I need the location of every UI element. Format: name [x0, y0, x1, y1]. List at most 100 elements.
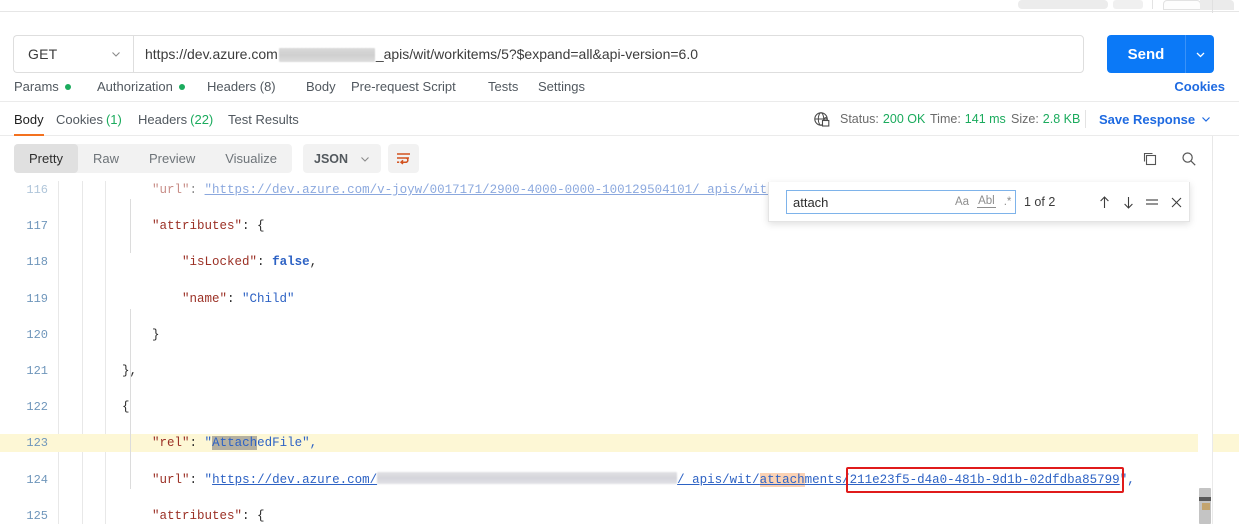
find-next-button[interactable]	[1117, 182, 1139, 222]
code-line-text: "url": "https://dev.azure.com/v-joyw/001…	[62, 181, 782, 199]
word-wrap-toggle[interactable]	[388, 144, 419, 173]
code-token[interactable]: 211e23f5-d4a0-481b-9d1b-02dfdba85799	[850, 473, 1120, 487]
size-label: Size:	[1011, 112, 1039, 126]
code-token: "attributes"	[62, 508, 243, 523]
code-token: :	[227, 291, 243, 306]
status-value: 200 OK	[882, 112, 926, 126]
find-options: Aa Abl .*	[954, 190, 1012, 214]
match-case-toggle[interactable]: Aa	[954, 196, 970, 208]
arrow-down-icon	[1123, 196, 1133, 209]
line-number: 124	[26, 472, 48, 487]
code-line: 124 "url": "https://dev.azure.com/ /_apis…	[0, 471, 1239, 489]
view-mode-visualize[interactable]: Visualize	[210, 144, 292, 173]
code-token: "rel"	[62, 436, 190, 451]
view-mode-raw[interactable]: Raw	[78, 144, 134, 173]
response-tab-count: (1)	[105, 111, 122, 127]
send-options-button[interactable]	[1185, 35, 1214, 73]
save-response-button[interactable]: Save Response	[1099, 102, 1211, 136]
chevron-down-icon	[361, 156, 369, 162]
view-mode-pretty[interactable]: Pretty	[14, 144, 78, 173]
code-token: "attributes"	[62, 219, 243, 234]
response-tab-body[interactable]: Body	[14, 102, 44, 136]
request-url-field[interactable]: https://dev.azure.com _apis/wit/workitems…	[133, 35, 1084, 73]
search-match: Attach	[212, 436, 258, 451]
window-top-strip	[0, 0, 1239, 12]
code-line: 118 "isLocked": false,	[0, 253, 1239, 271]
search-response-button[interactable]	[1174, 144, 1203, 173]
line-number: 123	[26, 436, 48, 451]
request-tab-settings[interactable]: Settings	[538, 71, 585, 102]
cookies-link[interactable]: Cookies	[1174, 71, 1225, 102]
http-method-selector[interactable]: GET	[13, 35, 133, 73]
code-token[interactable]: ments/	[805, 473, 850, 487]
time-label: Time:	[930, 112, 961, 126]
whole-word-toggle[interactable]: Abl	[977, 195, 996, 208]
word-wrap-icon	[397, 152, 410, 165]
code-token[interactable]: /_apis/wit/	[677, 473, 760, 487]
find-widget: attach Aa Abl .* 1 of 2	[768, 182, 1190, 222]
request-tab-prerequest[interactable]: Pre-request Script	[351, 71, 456, 102]
code-line-text: "attributes": {	[62, 507, 265, 524]
code-token[interactable]: https://dev.azure.com/	[212, 473, 377, 487]
code-token: }	[62, 327, 160, 342]
regex-toggle[interactable]: .*	[1003, 196, 1013, 208]
code-token: :	[257, 255, 273, 270]
send-button[interactable]: Send	[1107, 35, 1185, 73]
request-tab-label: Tests	[488, 79, 519, 94]
find-close-button[interactable]	[1165, 182, 1187, 222]
code-line: 120 }	[0, 326, 1239, 344]
top-ghost-control-a	[1018, 0, 1108, 9]
find-previous-button[interactable]	[1093, 182, 1115, 222]
chevron-down-icon	[1202, 117, 1211, 122]
view-mode-preview[interactable]: Preview	[134, 144, 210, 173]
copy-response-button[interactable]	[1135, 144, 1164, 173]
code-token: : {	[242, 219, 265, 234]
code-token: },	[62, 363, 138, 378]
view-mode-segmented-control: Pretty Raw Preview Visualize	[14, 144, 293, 173]
code-token: "	[204, 472, 213, 487]
time-value: 141 ms	[964, 112, 1006, 126]
code-token: :	[189, 472, 205, 487]
modified-dot-icon	[178, 83, 185, 90]
request-tab-headers[interactable]: Headers (8)	[207, 71, 276, 102]
response-language-selector[interactable]: JSON	[303, 144, 382, 173]
search-icon	[1181, 151, 1196, 166]
modified-dot-icon	[64, 83, 71, 90]
line-number: 119	[26, 291, 48, 306]
response-tab-headers[interactable]: Headers (22)	[138, 102, 213, 136]
size-value: 2.8 KB	[1042, 112, 1081, 126]
editor-vertical-scrollbar-track[interactable]	[1198, 181, 1212, 524]
request-tab-params[interactable]: Params	[14, 71, 71, 102]
request-url-row: GET https://dev.azure.com _apis/wit/worki…	[0, 13, 1239, 73]
find-query-text: attach	[793, 194, 829, 210]
code-token: edFile",	[257, 436, 318, 451]
find-in-selection-button[interactable]	[1141, 182, 1163, 222]
code-line: 123 "rel": "AttachedFile",	[0, 434, 1239, 453]
response-tab-label: Cookies	[56, 111, 103, 127]
find-in-selection-icon	[1146, 198, 1158, 205]
request-tab-label: Authorization	[97, 79, 173, 94]
code-token[interactable]: "https://dev.azure.com/v-joyw/0017171/29…	[205, 183, 783, 197]
response-size: Size: 2.8 KB	[1011, 102, 1080, 136]
request-tab-tests[interactable]: Tests	[488, 71, 518, 102]
response-security-indicator	[813, 102, 830, 136]
save-response-label: Save Response	[1099, 111, 1196, 127]
editor-right-divider	[1212, 181, 1213, 524]
search-match[interactable]: attach	[759, 472, 805, 487]
request-tab-body[interactable]: Body	[306, 71, 336, 102]
line-number: 118	[26, 255, 48, 270]
code-token: {	[62, 400, 130, 415]
response-body-editor[interactable]: 116 "url": "https://dev.azure.com/v-joyw…	[0, 181, 1239, 524]
line-number: 120	[26, 327, 48, 342]
http-method-label: GET	[28, 46, 58, 62]
line-number: 117	[26, 219, 48, 234]
meta-divider	[1085, 110, 1086, 128]
top-ghost-control-b	[1113, 0, 1143, 9]
code-line-text: {	[62, 398, 130, 416]
response-tab-cookies[interactable]: Cookies (1)	[56, 102, 122, 136]
request-tab-authorization[interactable]: Authorization	[97, 71, 185, 102]
indent-guide	[130, 199, 131, 253]
code-line-text: "rel": "AttachedFile",	[62, 434, 317, 452]
response-tab-test-results[interactable]: Test Results	[228, 102, 299, 136]
copy-icon	[1143, 152, 1156, 165]
